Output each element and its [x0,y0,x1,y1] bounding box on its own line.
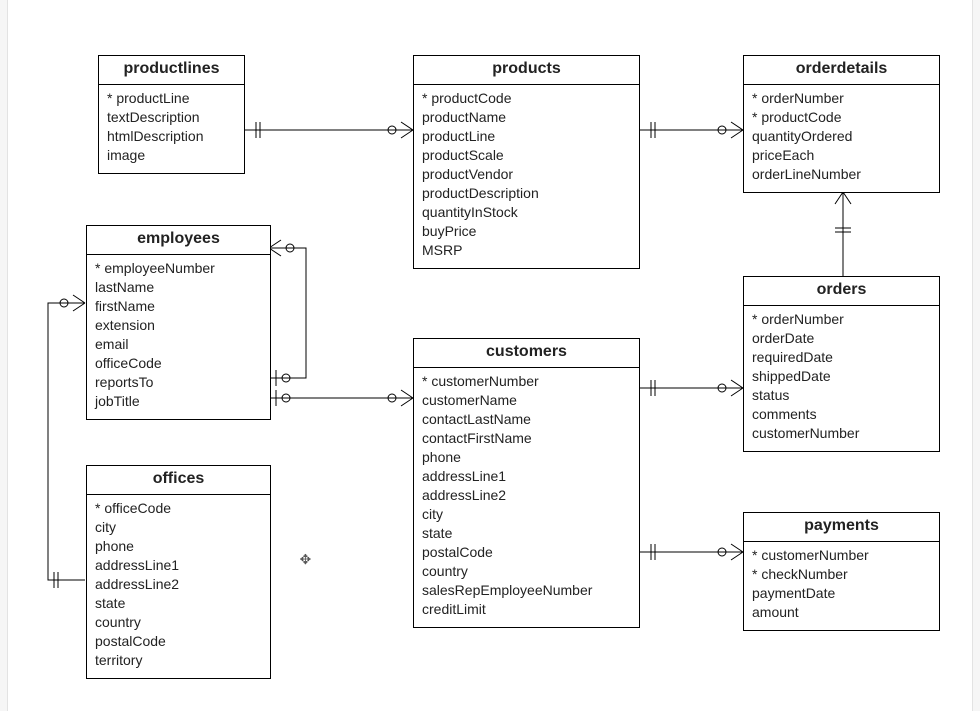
column: * productCode [422,89,631,108]
column: * customerNumber [422,372,631,391]
entity-columns: * officeCode city phone addressLine1 add… [87,495,270,678]
move-cursor-icon: ✥ [300,548,311,569]
column: territory [95,651,262,670]
column: * officeCode [95,499,262,518]
column: quantityInStock [422,203,631,222]
column: quantityOrdered [752,127,931,146]
column: phone [95,537,262,556]
column: MSRP [422,241,631,260]
entity-title: offices [87,466,270,495]
column: requiredDate [752,348,931,367]
column: * checkNumber [752,565,931,584]
column: paymentDate [752,584,931,603]
column: htmlDescription [107,127,236,146]
column: comments [752,405,931,424]
column: shippedDate [752,367,931,386]
column: status [752,386,931,405]
column: productLine [422,127,631,146]
column: customerName [422,391,631,410]
column: * employeeNumber [95,259,262,278]
entity-columns: * employeeNumber lastName firstName exte… [87,255,270,419]
column: orderDate [752,329,931,348]
entity-title: employees [87,226,270,255]
entity-columns: * customerNumber customerName contactLas… [414,368,639,627]
entity-title: orderdetails [744,56,939,85]
entity-orderdetails: orderdetails * orderNumber * productCode… [743,55,940,193]
column: productScale [422,146,631,165]
column: productDescription [422,184,631,203]
column: image [107,146,236,165]
column: lastName [95,278,262,297]
column: productName [422,108,631,127]
entity-orders: orders * orderNumber orderDate requiredD… [743,276,940,452]
column: orderLineNumber [752,165,931,184]
column: * orderNumber [752,89,931,108]
column: creditLimit [422,600,631,619]
column: extension [95,316,262,335]
entity-title: payments [744,513,939,542]
column: * customerNumber [752,546,931,565]
column: postalCode [422,543,631,562]
column: addressLine1 [95,556,262,575]
column: postalCode [95,632,262,651]
entity-products: products * productCode productName produ… [413,55,640,269]
entity-offices: offices * officeCode city phone addressL… [86,465,271,679]
column: city [95,518,262,537]
column: salesRepEmployeeNumber [422,581,631,600]
column: buyPrice [422,222,631,241]
entity-columns: * customerNumber * checkNumber paymentDa… [744,542,939,630]
column: customerNumber [752,424,931,443]
entity-title: orders [744,277,939,306]
entity-columns: * productLine textDescription htmlDescri… [99,85,244,173]
column: priceEach [752,146,931,165]
column: * productCode [752,108,931,127]
entity-title: productlines [99,56,244,85]
column: addressLine2 [422,486,631,505]
column: phone [422,448,631,467]
column: city [422,505,631,524]
column: firstName [95,297,262,316]
entity-productlines: productlines * productLine textDescripti… [98,55,245,174]
column: contactFirstName [422,429,631,448]
column: country [95,613,262,632]
column: productVendor [422,165,631,184]
column: jobTitle [95,392,262,411]
column: state [95,594,262,613]
entity-title: customers [414,339,639,368]
entity-columns: * orderNumber * productCode quantityOrde… [744,85,939,192]
entity-customers: customers * customerNumber customerName … [413,338,640,628]
column: addressLine2 [95,575,262,594]
column: email [95,335,262,354]
column: officeCode [95,354,262,373]
column: reportsTo [95,373,262,392]
entity-employees: employees * employeeNumber lastName firs… [86,225,271,420]
entity-title: products [414,56,639,85]
column: * productLine [107,89,236,108]
column: contactLastName [422,410,631,429]
column: addressLine1 [422,467,631,486]
column: state [422,524,631,543]
entity-columns: * orderNumber orderDate requiredDate shi… [744,306,939,451]
column: amount [752,603,931,622]
column: * orderNumber [752,310,931,329]
entity-payments: payments * customerNumber * checkNumber … [743,512,940,631]
column: country [422,562,631,581]
column: textDescription [107,108,236,127]
entity-columns: * productCode productName productLine pr… [414,85,639,268]
